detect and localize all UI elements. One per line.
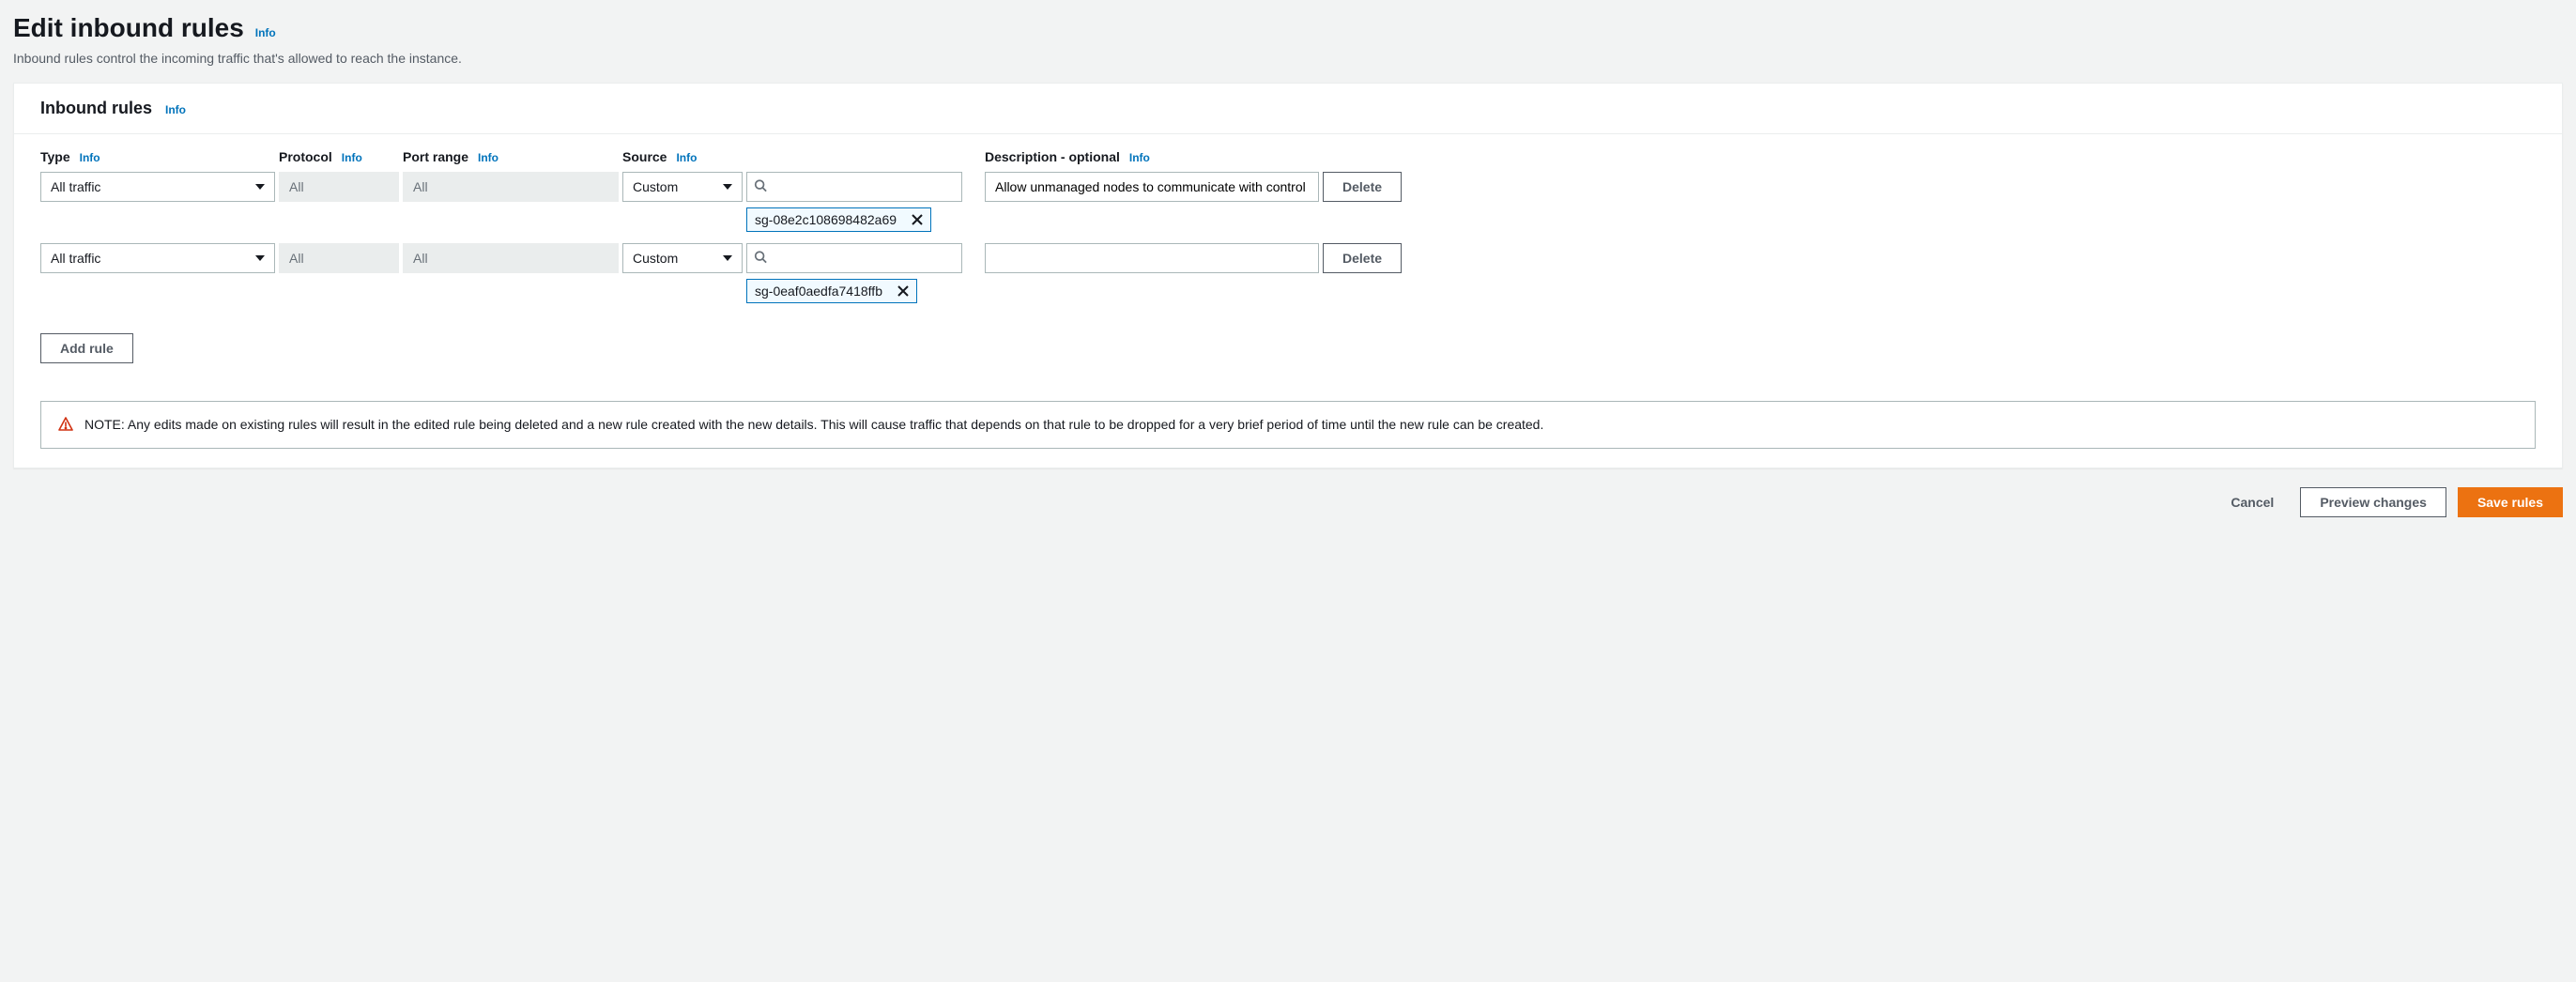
remove-sg-tag-icon[interactable] bbox=[897, 285, 909, 297]
panel-title: Inbound rules bbox=[40, 99, 152, 118]
source-sg-tag: sg-08e2c108698482a69 bbox=[746, 207, 931, 232]
page-title: Edit inbound rules bbox=[13, 13, 244, 43]
remove-sg-tag-icon[interactable] bbox=[912, 214, 923, 225]
port-range-value: All bbox=[413, 251, 428, 266]
panel-header: Inbound rules Info bbox=[14, 84, 2562, 134]
protocol-field: All bbox=[279, 243, 399, 273]
source-mode-value: Custom bbox=[633, 179, 678, 194]
col-source-info[interactable]: Info bbox=[676, 151, 697, 164]
type-select-value: All traffic bbox=[51, 251, 100, 266]
delete-button[interactable]: Delete bbox=[1323, 243, 1402, 273]
save-rules-button[interactable]: Save rules bbox=[2458, 487, 2563, 517]
caret-down-icon bbox=[723, 255, 732, 261]
type-select[interactable]: All traffic bbox=[40, 172, 275, 202]
cancel-button[interactable]: Cancel bbox=[2216, 489, 2289, 515]
source-sg-tag-label: sg-0eaf0aedfa7418ffb bbox=[755, 284, 882, 299]
col-port-range-label: Port range bbox=[403, 149, 468, 164]
page-header: Edit inbound rules Info Inbound rules co… bbox=[0, 0, 2576, 83]
page-description: Inbound rules control the incoming traff… bbox=[13, 51, 2563, 66]
col-source: Source Info bbox=[622, 149, 743, 172]
inbound-rules-panel: Inbound rules Info Type Info Protocol In… bbox=[13, 83, 2563, 468]
page-title-row: Edit inbound rules Info bbox=[13, 13, 2563, 43]
caret-down-icon bbox=[255, 184, 265, 190]
delete-cell: Delete bbox=[1323, 243, 1398, 273]
description-input[interactable] bbox=[985, 243, 1319, 273]
preview-changes-button[interactable]: Preview changes bbox=[2300, 487, 2446, 517]
caret-down-icon bbox=[255, 255, 265, 261]
warning-icon bbox=[58, 417, 73, 435]
col-type: Type Info bbox=[40, 149, 275, 172]
search-icon bbox=[754, 251, 767, 267]
col-protocol: Protocol Info bbox=[279, 149, 399, 172]
add-rule-button[interactable]: Add rule bbox=[40, 333, 133, 363]
col-source-label: Source bbox=[622, 149, 667, 164]
rule-row: All traffic All All Custom bbox=[40, 243, 2536, 303]
description-cell bbox=[985, 172, 1319, 202]
rule-row: All traffic All All Custom bbox=[40, 172, 2536, 232]
col-protocol-label: Protocol bbox=[279, 149, 332, 164]
add-rule-wrap: Add rule bbox=[14, 333, 2562, 382]
col-description: Description - optional Info bbox=[985, 149, 1319, 172]
description-input[interactable] bbox=[985, 172, 1319, 202]
source-search-wrap bbox=[746, 172, 962, 202]
search-icon bbox=[754, 179, 767, 195]
source-mode-select[interactable]: Custom bbox=[622, 243, 743, 273]
alert-box: NOTE: Any edits made on existing rules w… bbox=[40, 401, 2536, 449]
panel-info-link[interactable]: Info bbox=[165, 103, 186, 116]
source-sg-tag-label: sg-08e2c108698482a69 bbox=[755, 212, 897, 227]
port-range-field: All bbox=[403, 172, 619, 202]
col-type-label: Type bbox=[40, 149, 70, 164]
port-range-value: All bbox=[413, 179, 428, 194]
source-sg-tag: sg-0eaf0aedfa7418ffb bbox=[746, 279, 917, 303]
source-search-wrap bbox=[746, 243, 962, 273]
description-cell bbox=[985, 243, 1319, 273]
protocol-value: All bbox=[289, 179, 304, 194]
type-select-value: All traffic bbox=[51, 179, 100, 194]
source-mode-value: Custom bbox=[633, 251, 678, 266]
source-mode-select[interactable]: Custom bbox=[622, 172, 743, 202]
protocol-field: All bbox=[279, 172, 399, 202]
col-port-range-info[interactable]: Info bbox=[478, 151, 498, 164]
col-port-range: Port range Info bbox=[403, 149, 619, 172]
page-title-info-link[interactable]: Info bbox=[255, 26, 276, 39]
source-cell: sg-08e2c108698482a69 bbox=[746, 172, 981, 232]
footer-actions: Cancel Preview changes Save rules bbox=[0, 468, 2576, 536]
port-range-field: All bbox=[403, 243, 619, 273]
source-search-input[interactable] bbox=[746, 243, 962, 273]
col-type-info[interactable]: Info bbox=[80, 151, 100, 164]
protocol-value: All bbox=[289, 251, 304, 266]
rules-grid: Type Info Protocol Info Port range Info … bbox=[14, 134, 2562, 333]
col-description-label: Description - optional bbox=[985, 149, 1120, 164]
col-description-info[interactable]: Info bbox=[1129, 151, 1150, 164]
source-cell: sg-0eaf0aedfa7418ffb bbox=[746, 243, 981, 303]
delete-cell: Delete bbox=[1323, 172, 1398, 202]
type-select[interactable]: All traffic bbox=[40, 243, 275, 273]
caret-down-icon bbox=[723, 184, 732, 190]
rules-header-row: Type Info Protocol Info Port range Info … bbox=[40, 149, 2536, 172]
delete-button[interactable]: Delete bbox=[1323, 172, 1402, 202]
alert-text: NOTE: Any edits made on existing rules w… bbox=[84, 415, 1543, 435]
source-search-input[interactable] bbox=[746, 172, 962, 202]
col-protocol-info[interactable]: Info bbox=[342, 151, 362, 164]
